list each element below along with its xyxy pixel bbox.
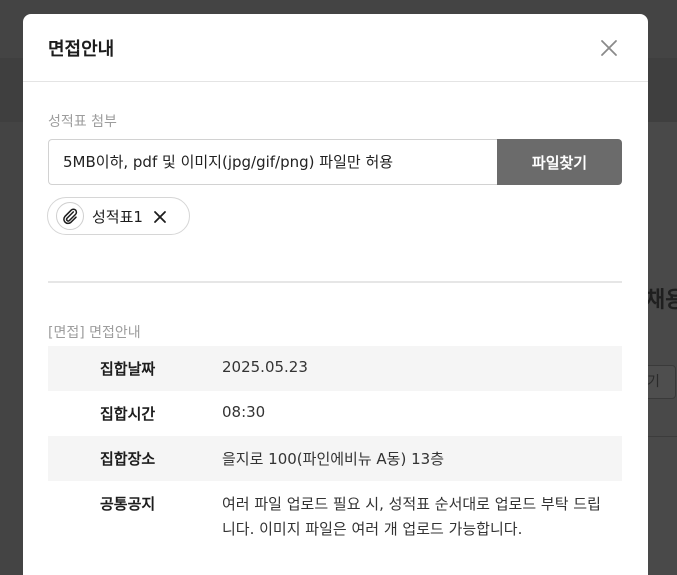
attached-file-name: 성적표1	[92, 207, 143, 226]
table-row: 공통공지 여러 파일 업로드 필요 시, 성적표 순서대로 업로드 부탁 드립니…	[48, 481, 622, 554]
section-divider	[48, 281, 622, 283]
row-label: 집합장소	[48, 436, 222, 481]
row-value: 을지로 100(파인에비뉴 A동) 13층	[222, 436, 622, 481]
remove-file-button[interactable]	[153, 209, 167, 223]
file-upload-row: 파일찾기	[48, 139, 622, 185]
row-label: 공통공지	[100, 495, 156, 513]
interview-info-modal: 면접안내 성적표 첨부 파일찾기 성적표1 [면접] 면접안내 집합날짜 202	[23, 14, 648, 575]
row-value: 08:30	[222, 403, 266, 421]
table-row: 집합장소 을지로 100(파인에비뉴 A동) 13층	[48, 436, 622, 481]
attached-file-chip: 성적표1	[47, 197, 190, 235]
interview-section-label: [면접] 면접안내	[48, 325, 141, 341]
close-button[interactable]	[597, 36, 621, 60]
interview-info-table: 집합날짜 2025.05.23 집합시간 08:30 집합장소 을지로 100(…	[48, 346, 622, 554]
row-value: 2025.05.23	[222, 346, 622, 391]
table-row: 집합날짜 2025.05.23	[48, 346, 622, 391]
file-path-input[interactable]	[48, 139, 497, 185]
modal-title: 면접안내	[48, 39, 115, 60]
row-value: 여러 파일 업로드 필요 시, 성적표 순서대로 업로드 부탁 드립니다. 이미…	[222, 495, 601, 538]
row-label: 집합날짜	[48, 346, 222, 391]
table-row: 집합시간 08:30	[48, 391, 622, 436]
modal-header: 면접안내	[23, 14, 648, 82]
close-icon	[601, 40, 617, 56]
background-divider	[648, 436, 677, 437]
paperclip-icon	[56, 202, 84, 230]
attachment-section-label: 성적표 첨부	[48, 114, 117, 130]
find-file-button[interactable]: 파일찾기	[497, 139, 622, 185]
close-icon	[154, 211, 166, 223]
background-content-area	[648, 122, 677, 575]
row-label: 집합시간	[100, 405, 156, 423]
background-heading: 채용	[645, 288, 677, 313]
